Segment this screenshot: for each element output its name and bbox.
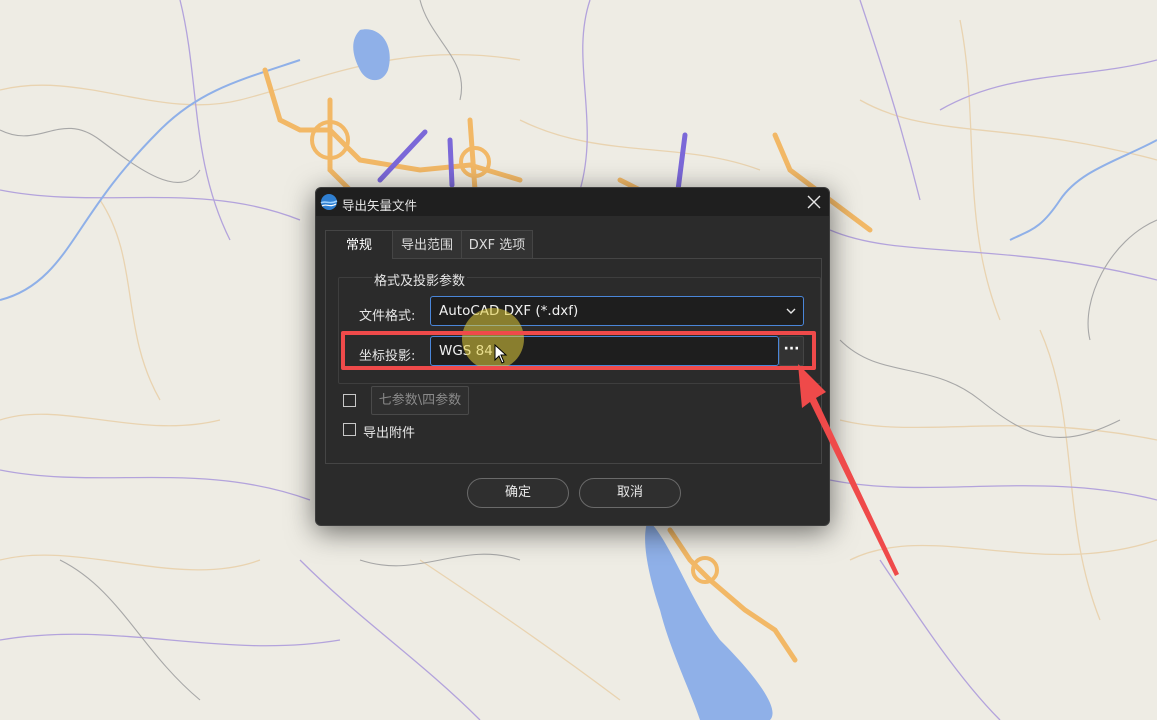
annotation-arrow-icon [798, 364, 899, 576]
file-format-label: 文件格式: [359, 309, 416, 324]
ok-button[interactable]: 确定 [467, 478, 569, 508]
seven-four-param-button[interactable]: 七参数\四参数 [371, 386, 469, 415]
group-title: 格式及投影参数 [372, 270, 468, 289]
chevron-down-icon [786, 308, 796, 314]
seven-param-checkbox[interactable] [343, 394, 356, 407]
cancel-button[interactable]: 取消 [579, 478, 681, 508]
close-icon[interactable] [803, 191, 825, 213]
app-logo-icon [320, 194, 338, 210]
mouse-cursor-icon [494, 344, 508, 364]
dialog-title: 导出矢量文件 [342, 198, 418, 213]
tab-export-range[interactable]: 导出范围 [392, 230, 462, 259]
export-attachment-checkbox[interactable] [343, 423, 356, 436]
annotation-highlight-box [341, 331, 816, 370]
dialog-titlebar[interactable]: 导出矢量文件 [316, 188, 829, 216]
tab-dxf-options[interactable]: DXF 选项 [461, 230, 533, 259]
tab-general[interactable]: 常规 [325, 230, 393, 259]
export-attachment-label: 导出附件 [363, 426, 416, 441]
